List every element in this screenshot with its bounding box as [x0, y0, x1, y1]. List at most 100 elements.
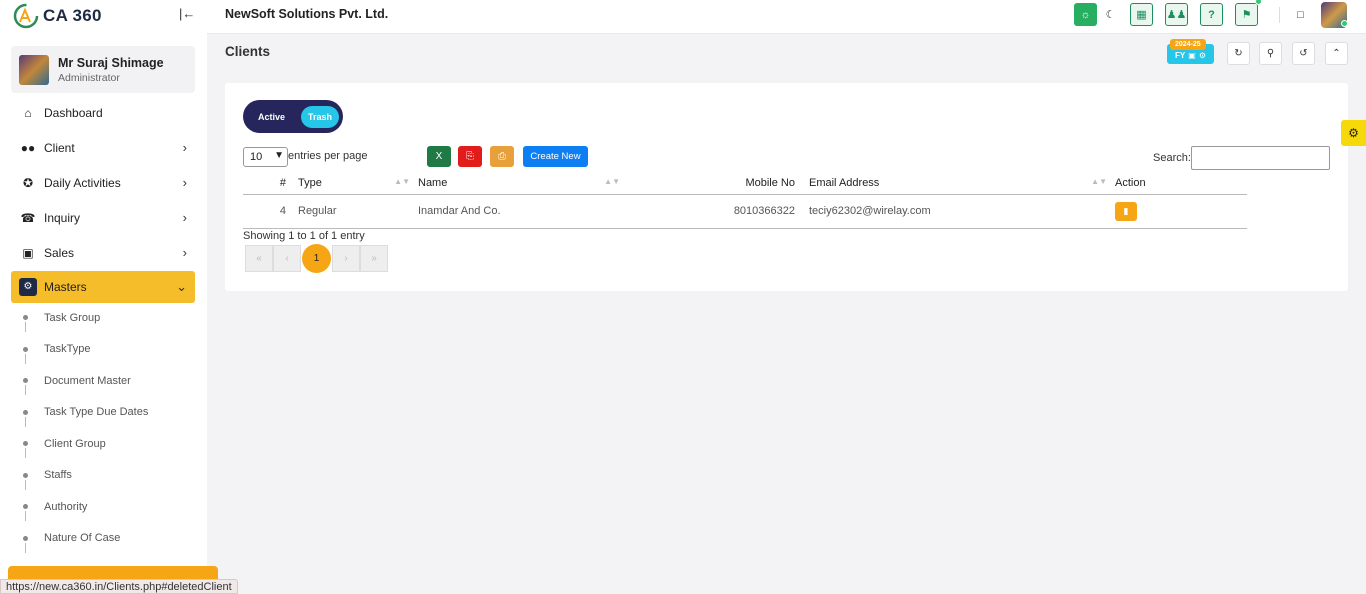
settings-gear-icon[interactable]: ⚙ [1341, 120, 1366, 146]
sort-icon: ▲▼ [604, 177, 620, 186]
logo-text: CA 360 [43, 6, 102, 25]
subnav-item-tasktype[interactable]: TaskType [18, 334, 198, 366]
cell-mobile: 8010366322 [628, 194, 809, 229]
search-label: Search: [1153, 152, 1191, 164]
pin-icon[interactable]: ⚲ [1259, 42, 1282, 65]
clients-card: Active Trash 10 ▼ entries per page X ⎘ ⎙… [225, 83, 1348, 291]
collapse-up-icon[interactable]: ⌃ [1325, 42, 1348, 65]
subnav-item-authority[interactable]: Authority [18, 491, 198, 523]
column-label: Email Address [809, 176, 880, 189]
user-card[interactable]: Mr Suraj Shimage Administrator [11, 46, 195, 93]
logo-icon [13, 3, 39, 29]
notification-dot [1255, 0, 1262, 5]
toggle-active[interactable]: Active [258, 112, 285, 122]
online-status-dot [1341, 20, 1348, 27]
search-input[interactable] [1191, 146, 1330, 170]
subnav-item-staffs[interactable]: Staffs [18, 460, 198, 492]
column-header-mobile[interactable]: Mobile No [628, 172, 809, 195]
table-info: Showing 1 to 1 of 1 entry [243, 230, 365, 242]
subnav-item-task-group[interactable]: Task Group [18, 302, 198, 334]
sort-icon: ▲▼ [1091, 177, 1107, 186]
table-header-row: # Type ▲▼ Name ▲▼ Mobile No Email Address ▲… [243, 172, 1247, 195]
sidebar: CA 360 |← Mr Suraj Shimage Administrator… [0, 0, 218, 594]
company-name: NewSoft Solutions Pvt. Ltd. [225, 7, 389, 21]
chevron-right-icon: › [182, 175, 187, 190]
chevron-right-icon: › [182, 245, 187, 260]
chat-icon[interactable]: □ [1289, 3, 1312, 26]
top-bar: NewSoft Solutions Pvt. Ltd. ☼ ☾ ▦ ♟♟ ? ⚑… [207, 0, 1366, 34]
pagination: « ‹ 1 › » [245, 243, 388, 273]
pin-icon: ✪ [22, 175, 34, 190]
collapse-left-icon[interactable]: |← [179, 6, 195, 21]
sidebar-item-inquiry[interactable]: ☎ Inquiry › [11, 200, 195, 235]
header-divider [1279, 7, 1280, 23]
avatar [19, 54, 49, 85]
column-header-action: Action [1115, 172, 1247, 195]
refresh-icon[interactable]: ↻ [1227, 42, 1250, 65]
page-length-label: entries per page [288, 150, 368, 162]
page-prev-button[interactable]: ‹ [273, 244, 301, 272]
cell-action: ▮ [1115, 194, 1247, 229]
team-icon[interactable]: ♟♟ [1165, 3, 1188, 26]
sidebar-item-label: Masters [44, 280, 87, 294]
column-label: # [279, 176, 286, 189]
status-bar-url: https://new.ca360.in/Clients.php#deleted… [0, 579, 238, 594]
chevron-right-icon: › [182, 140, 187, 155]
cell-type: Regular [298, 194, 418, 229]
column-label: Type [298, 176, 322, 189]
reset-icon[interactable]: ↺ [1292, 42, 1315, 65]
settings-small-icon: ⚙ [1198, 51, 1206, 60]
sidebar-item-label: Dashboard [44, 105, 103, 120]
sidebar-item-dashboard[interactable]: ⌂ Dashboard [11, 95, 195, 130]
restore-icon[interactable]: ▮ [1115, 201, 1137, 221]
light-mode-icon[interactable]: ☼ [1074, 3, 1097, 26]
page-current-button[interactable]: 1 [302, 243, 331, 273]
toggle-trash[interactable]: Trash [300, 105, 339, 128]
sidebar-item-daily-activities[interactable]: ✪ Daily Activities › [11, 165, 195, 200]
sort-icon: ▲▼ [394, 177, 410, 186]
excel-export-icon[interactable]: X [427, 146, 451, 167]
masters-subnav: Task Group TaskType Document Master Task… [18, 302, 198, 554]
fy-label: FY [1175, 51, 1186, 60]
home-icon: ⌂ [24, 105, 32, 120]
subnav-item-task-type-due-dates[interactable]: Task Type Due Dates [18, 397, 198, 429]
page-last-button[interactable]: » [360, 244, 388, 272]
calendar-icon: ▣ [1188, 51, 1196, 60]
subnav-item-document-master[interactable]: Document Master [18, 365, 198, 397]
money-icon: ▣ [22, 245, 34, 260]
sidebar-item-sales[interactable]: ▣ Sales › [11, 235, 195, 270]
chevron-down-icon: ▼ [274, 150, 284, 161]
sidebar-item-label: Inquiry [44, 210, 81, 225]
column-header-type[interactable]: Type ▲▼ [298, 172, 418, 195]
sidebar-item-masters[interactable]: ⚙ Masters ⌄ [11, 271, 195, 303]
column-header-index[interactable]: # [243, 172, 298, 195]
megaphone-icon[interactable]: ⚑ [1235, 3, 1258, 26]
column-header-email[interactable]: Email Address ▲▼ [809, 172, 1115, 195]
create-new-button[interactable]: Create New [523, 146, 588, 167]
dark-mode-icon[interactable]: ☾ [1099, 3, 1122, 26]
sidebar-item-client[interactable]: ●● Client › [11, 130, 195, 165]
help-icon[interactable]: ? [1200, 3, 1223, 26]
column-header-name[interactable]: Name ▲▼ [418, 172, 628, 195]
page-length-select[interactable]: 10 ▼ [243, 147, 288, 167]
subnav-item-nature-of-case[interactable]: Nature Of Case [18, 523, 198, 555]
page-title: Clients [225, 44, 271, 59]
sidebar-item-label: Client [44, 140, 75, 155]
page-length-value: 10 [250, 151, 263, 163]
print-icon[interactable]: ⎙ [490, 146, 514, 167]
phone-icon: ☎ [20, 210, 36, 225]
chevron-down-icon: ⌄ [176, 279, 187, 294]
user-role: Administrator [58, 71, 120, 84]
subnav-item-client-group[interactable]: Client Group [18, 428, 198, 460]
column-label: Mobile No [745, 176, 795, 189]
column-label: Name [418, 176, 448, 189]
cell-name: Inamdar And Co. [418, 194, 628, 229]
cell-email: teciy62302@wirelay.com [809, 194, 1115, 229]
app-logo[interactable]: CA 360 [12, 2, 102, 30]
page-first-button[interactable]: « [245, 244, 273, 272]
sidebar-item-label: Daily Activities [44, 175, 121, 190]
active-trash-toggle[interactable]: Active Trash [243, 100, 343, 133]
pdf-export-icon[interactable]: ⎘ [458, 146, 482, 167]
page-next-button[interactable]: › [332, 244, 360, 272]
apps-grid-icon[interactable]: ▦ [1130, 3, 1153, 26]
